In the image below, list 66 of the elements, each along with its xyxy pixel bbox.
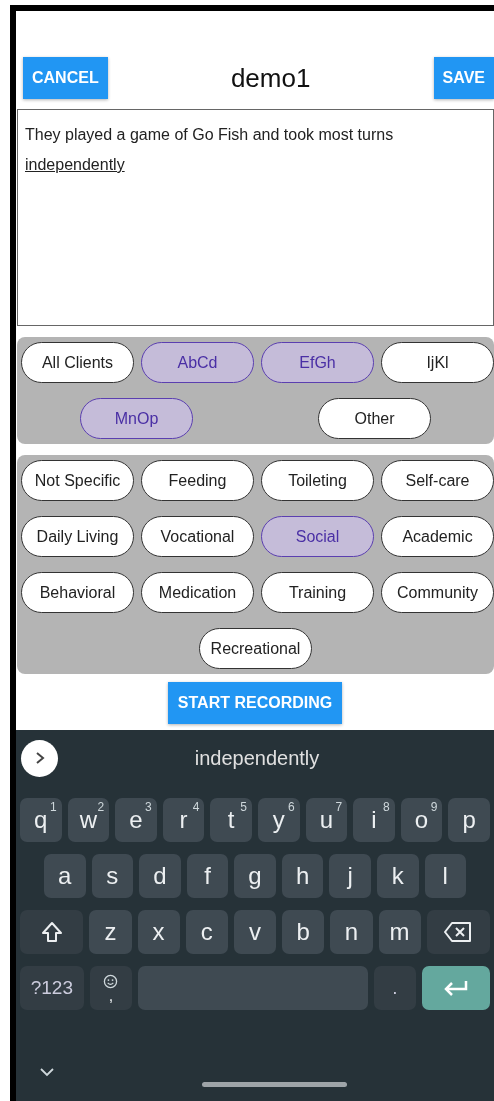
navigation-handle[interactable] <box>202 1082 347 1087</box>
filter-chip[interactable]: Medication <box>141 572 254 613</box>
enter-key[interactable] <box>422 966 490 1010</box>
keyboard-key[interactable]: f <box>186 854 229 898</box>
backspace-key[interactable] <box>426 910 490 954</box>
keyboard-key[interactable]: t 5 <box>210 798 252 842</box>
filter-chip[interactable]: Academic <box>381 516 494 557</box>
emoji-comma-key[interactable]: , <box>89 966 133 1010</box>
smiley-icon <box>103 973 119 989</box>
note-title: demo1 <box>230 62 311 94</box>
keyboard-key[interactable]: d <box>139 854 181 898</box>
key-hint: 9 <box>430 800 438 814</box>
keyboard-key[interactable]: p <box>448 798 490 842</box>
filter-chip[interactable]: MnOp <box>80 398 193 439</box>
filter-chip[interactable]: Social <box>261 516 374 557</box>
chevron-down-icon[interactable] <box>40 1067 54 1077</box>
filter-chip[interactable]: Recreational <box>199 628 312 669</box>
keyboard-key[interactable]: l <box>424 854 467 898</box>
keyboard-key[interactable]: c <box>185 910 228 954</box>
key-hint: 5 <box>240 800 247 814</box>
filter-chip[interactable]: EfGh <box>261 342 374 383</box>
filter-chip[interactable]: Training <box>261 572 374 613</box>
keyboard-key[interactable]: h <box>281 854 324 898</box>
filter-chip[interactable]: Self-care <box>381 460 494 501</box>
key-hint: 2 <box>97 800 105 814</box>
keyboard-key[interactable]: k <box>376 854 419 898</box>
shift-icon <box>39 920 64 944</box>
key-hint: 7 <box>335 800 343 814</box>
keyboard-key[interactable]: z <box>89 910 132 954</box>
filter-chip[interactable]: Other <box>318 398 431 439</box>
expand-button[interactable] <box>21 739 58 777</box>
filter-chip[interactable]: Vocational <box>141 516 254 557</box>
key-label: , <box>108 988 114 1003</box>
keyboard-key[interactable]: a <box>44 854 86 898</box>
keyboard-key[interactable]: j <box>329 854 371 898</box>
filter-chip[interactable]: IjKl <box>381 342 494 383</box>
keyboard-key[interactable]: n <box>330 910 373 954</box>
word-suggestion[interactable]: independently <box>194 746 320 769</box>
note-text-field[interactable]: They played a game of Go Fish and took most turns independently <box>17 109 494 326</box>
enter-icon <box>443 979 469 997</box>
filter-chip[interactable]: Feeding <box>141 460 254 501</box>
keyboard-key[interactable]: g <box>234 854 276 898</box>
key-hint: 1 <box>49 800 57 814</box>
keyboard-key[interactable]: s <box>91 854 134 898</box>
keyboard-key[interactable]: i 8 <box>353 798 395 842</box>
chevron-right-icon <box>34 751 45 765</box>
filter-chip[interactable]: Community <box>381 572 494 613</box>
keyboard-key[interactable]: x <box>137 910 180 954</box>
keyboard-key[interactable]: b <box>282 910 325 954</box>
symbols-key[interactable]: ?123 <box>20 966 84 1010</box>
filter-chip[interactable]: Daily Living <box>21 516 134 557</box>
keyboard-key[interactable]: m <box>378 910 421 954</box>
period-key[interactable]: . <box>373 966 417 1010</box>
key-hint: 6 <box>287 800 295 814</box>
filter-chip[interactable]: Not Specific <box>21 460 134 501</box>
key-hint: 8 <box>383 800 390 814</box>
backspace-icon <box>444 921 473 943</box>
keyboard-key[interactable]: v <box>233 910 277 954</box>
shift-key[interactable] <box>20 910 84 954</box>
keyboard-key[interactable]: r 4 <box>162 798 205 842</box>
filter-chip[interactable]: AbCd <box>141 342 254 383</box>
key-hint: 4 <box>192 800 200 814</box>
filter-chip[interactable]: Behavioral <box>21 572 134 613</box>
filter-chip[interactable]: Toileting <box>261 460 374 501</box>
key-hint: 3 <box>145 800 152 814</box>
filter-chip[interactable]: All Clients <box>21 342 134 383</box>
